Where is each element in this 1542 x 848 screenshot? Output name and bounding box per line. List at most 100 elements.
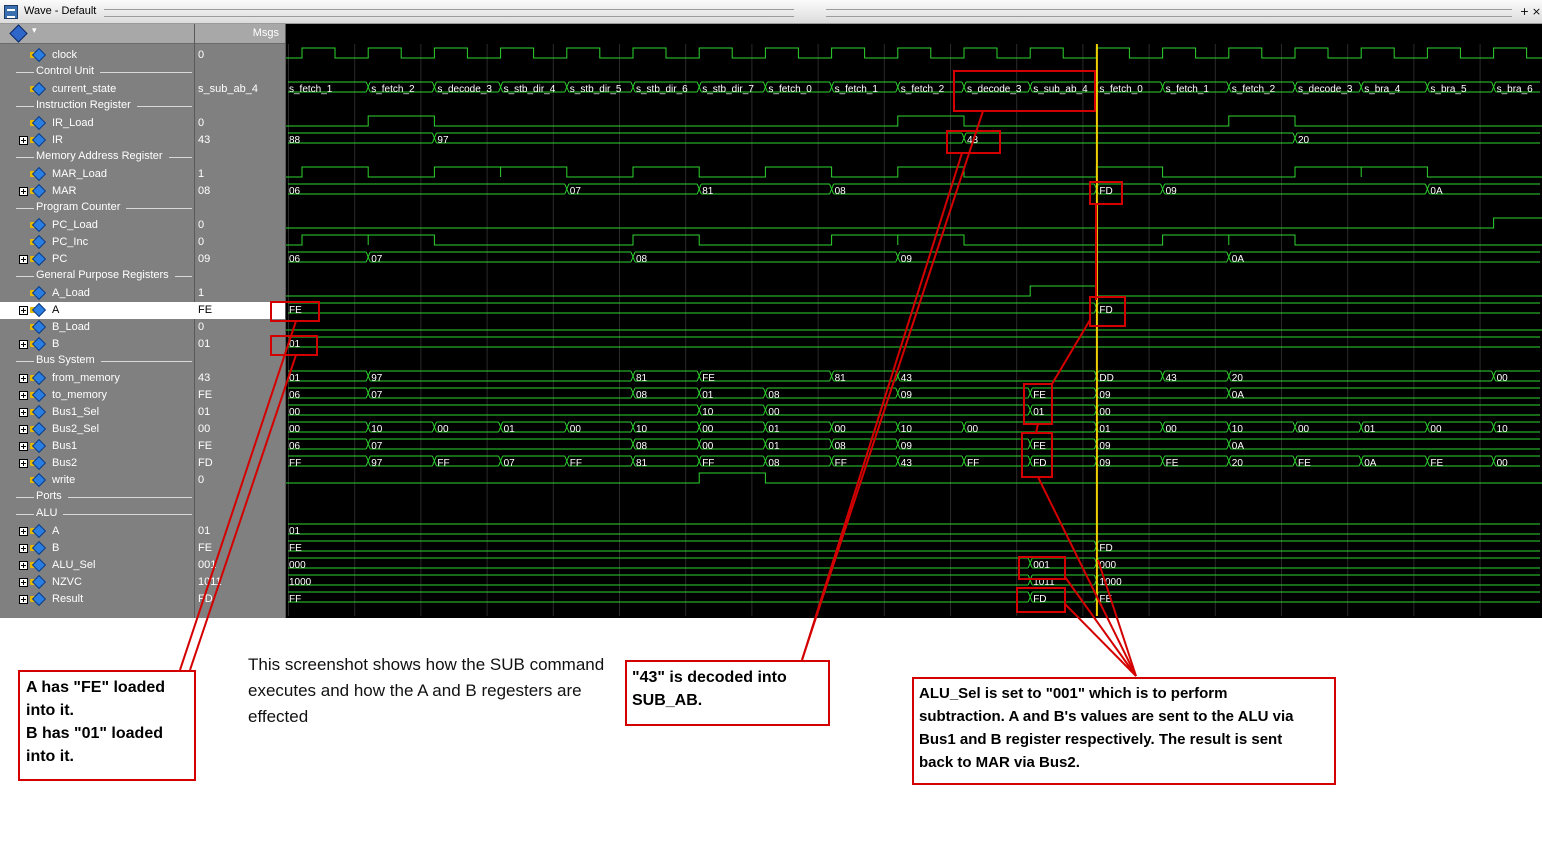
signal-group-header[interactable]: Bus System — [0, 353, 285, 370]
bus-value-label: FD — [1099, 186, 1112, 197]
bus-value-label: 00 — [570, 424, 582, 435]
bus-value-label: s_fetch_0 — [768, 84, 812, 95]
signal-icon — [31, 234, 47, 250]
signal-group-header[interactable]: ALU — [0, 506, 285, 523]
signal-row[interactable]: Bus2 FD — [0, 455, 285, 472]
signal-group-header[interactable]: Memory Address Register — [0, 149, 285, 166]
bus-value-label: 06 — [289, 186, 301, 197]
expand-icon[interactable] — [19, 459, 28, 468]
expand-icon[interactable] — [19, 187, 28, 196]
signal-row[interactable]: write 0 — [0, 472, 285, 489]
close-button[interactable]: × — [1530, 5, 1542, 18]
signal-row[interactable]: Bus1 FE — [0, 438, 285, 455]
bus-segment — [966, 132, 1293, 144]
signal-row[interactable]: to_memory FE — [0, 387, 285, 404]
signal-value: 001 — [198, 559, 217, 571]
expand-icon[interactable] — [19, 544, 28, 553]
expand-icon[interactable] — [19, 595, 28, 604]
bus-transition — [895, 438, 901, 450]
bus-icon — [31, 421, 47, 437]
note-line: SUB_AB. — [632, 692, 703, 709]
expand-icon[interactable] — [19, 408, 28, 417]
note-line: A has "FE" loaded — [26, 679, 166, 696]
signal-row[interactable]: B 01 — [0, 336, 285, 353]
signal-group-header[interactable]: General Purpose Registers — [0, 268, 285, 285]
bus-transition — [431, 81, 437, 93]
signal-row[interactable]: Result FD — [0, 591, 285, 608]
signal-row[interactable]: MAR 08 — [0, 183, 285, 200]
signal-row[interactable]: NZVC 1011 — [0, 574, 285, 591]
bus-value-label: 43 — [901, 458, 913, 469]
bus-value-label: 00 — [702, 441, 714, 452]
titlebar-grip[interactable] — [104, 9, 794, 17]
bus-value-label: 01 — [768, 424, 780, 435]
signal-row[interactable]: A FE — [0, 302, 285, 319]
expand-icon[interactable] — [19, 374, 28, 383]
expand-icon[interactable] — [19, 578, 28, 587]
bus-transition — [1226, 370, 1232, 382]
signal-row[interactable]: A_Load 1 — [0, 285, 285, 302]
signal-row[interactable]: PC_Inc 0 — [0, 234, 285, 251]
signal-value: 43 — [198, 134, 211, 146]
signal-group-header[interactable]: Ports — [0, 489, 285, 506]
bus-transition — [564, 421, 570, 433]
signal-row[interactable]: Bus2_Sel 00 — [0, 421, 285, 438]
signal-row[interactable]: current_state s_sub_ab_4 — [0, 81, 285, 98]
signal-row[interactable]: clock 0 — [0, 47, 285, 64]
expand-icon[interactable] — [19, 527, 28, 536]
expand-icon[interactable] — [19, 255, 28, 264]
bus-value-label: s_decode_3 — [967, 84, 1022, 95]
bus-segment — [1230, 387, 1540, 399]
bus-value-label: 07 — [371, 390, 383, 401]
signal-group-header[interactable]: Instruction Register — [0, 98, 285, 115]
signal-row[interactable]: PC 09 — [0, 251, 285, 268]
signal-group-header[interactable]: Control Unit — [0, 64, 285, 81]
signal-value: FE — [198, 389, 213, 401]
bus-transition — [762, 421, 768, 433]
bus-value-label: s_fetch_2 — [1232, 84, 1276, 95]
bus-transition — [696, 387, 702, 399]
expand-icon[interactable] — [19, 425, 28, 434]
bus-transition — [1226, 81, 1232, 93]
signal-row[interactable]: IR_Load 0 — [0, 115, 285, 132]
expand-icon[interactable] — [19, 136, 28, 145]
signal-row[interactable]: MAR_Load 1 — [0, 166, 285, 183]
bus-value-label: 81 — [835, 373, 847, 384]
signal-row[interactable]: from_memory 43 — [0, 370, 285, 387]
expand-icon[interactable] — [19, 340, 28, 349]
signal-row[interactable]: B FE — [0, 540, 285, 557]
signal-icon — [31, 81, 47, 97]
msgs-column-label: Msgs — [252, 27, 279, 39]
waveform-display[interactable]: s_fetch_1 s_fetch_2 s_decode_3 s_stb_dir_4 s… — [286, 44, 1542, 616]
bus-value-label: FF — [702, 458, 714, 469]
signal-row[interactable]: B_Load 0 — [0, 319, 285, 336]
bus-value-label: 08 — [835, 186, 847, 197]
chevron-down-icon[interactable]: ▾ — [32, 26, 37, 36]
signal-row[interactable]: PC_Load 0 — [0, 217, 285, 234]
bus-segment — [1098, 540, 1540, 552]
expand-icon[interactable] — [19, 306, 28, 315]
signal-row[interactable]: Bus1_Sel 01 — [0, 404, 285, 421]
titlebar-grip-right[interactable] — [826, 9, 1512, 17]
signal-row[interactable]: A 01 — [0, 523, 285, 540]
bus-segment — [1297, 132, 1540, 144]
bus-value-label: 81 — [636, 458, 648, 469]
expand-icon[interactable] — [19, 561, 28, 570]
bus-transition — [365, 387, 371, 399]
bus-value-label: FE — [1166, 458, 1179, 469]
expand-icon[interactable] — [19, 391, 28, 400]
bus-segment — [288, 132, 433, 144]
logic-wave — [286, 285, 1542, 297]
bus-value-label: FD — [1033, 458, 1046, 469]
expand-icon[interactable] — [19, 442, 28, 451]
bus-segment — [288, 404, 698, 416]
wave-menu-icon[interactable] — [9, 24, 28, 43]
signal-row[interactable]: ALU_Sel 001 — [0, 557, 285, 574]
bus-value-label: FF — [289, 458, 301, 469]
bus-value-label: s_fetch_1 — [1166, 84, 1210, 95]
signal-group-header[interactable]: Program Counter — [0, 200, 285, 217]
bus-transition — [498, 81, 504, 93]
group-divider — [16, 361, 34, 362]
bus-value-label: FE — [702, 373, 715, 384]
signal-row[interactable]: IR 43 — [0, 132, 285, 149]
